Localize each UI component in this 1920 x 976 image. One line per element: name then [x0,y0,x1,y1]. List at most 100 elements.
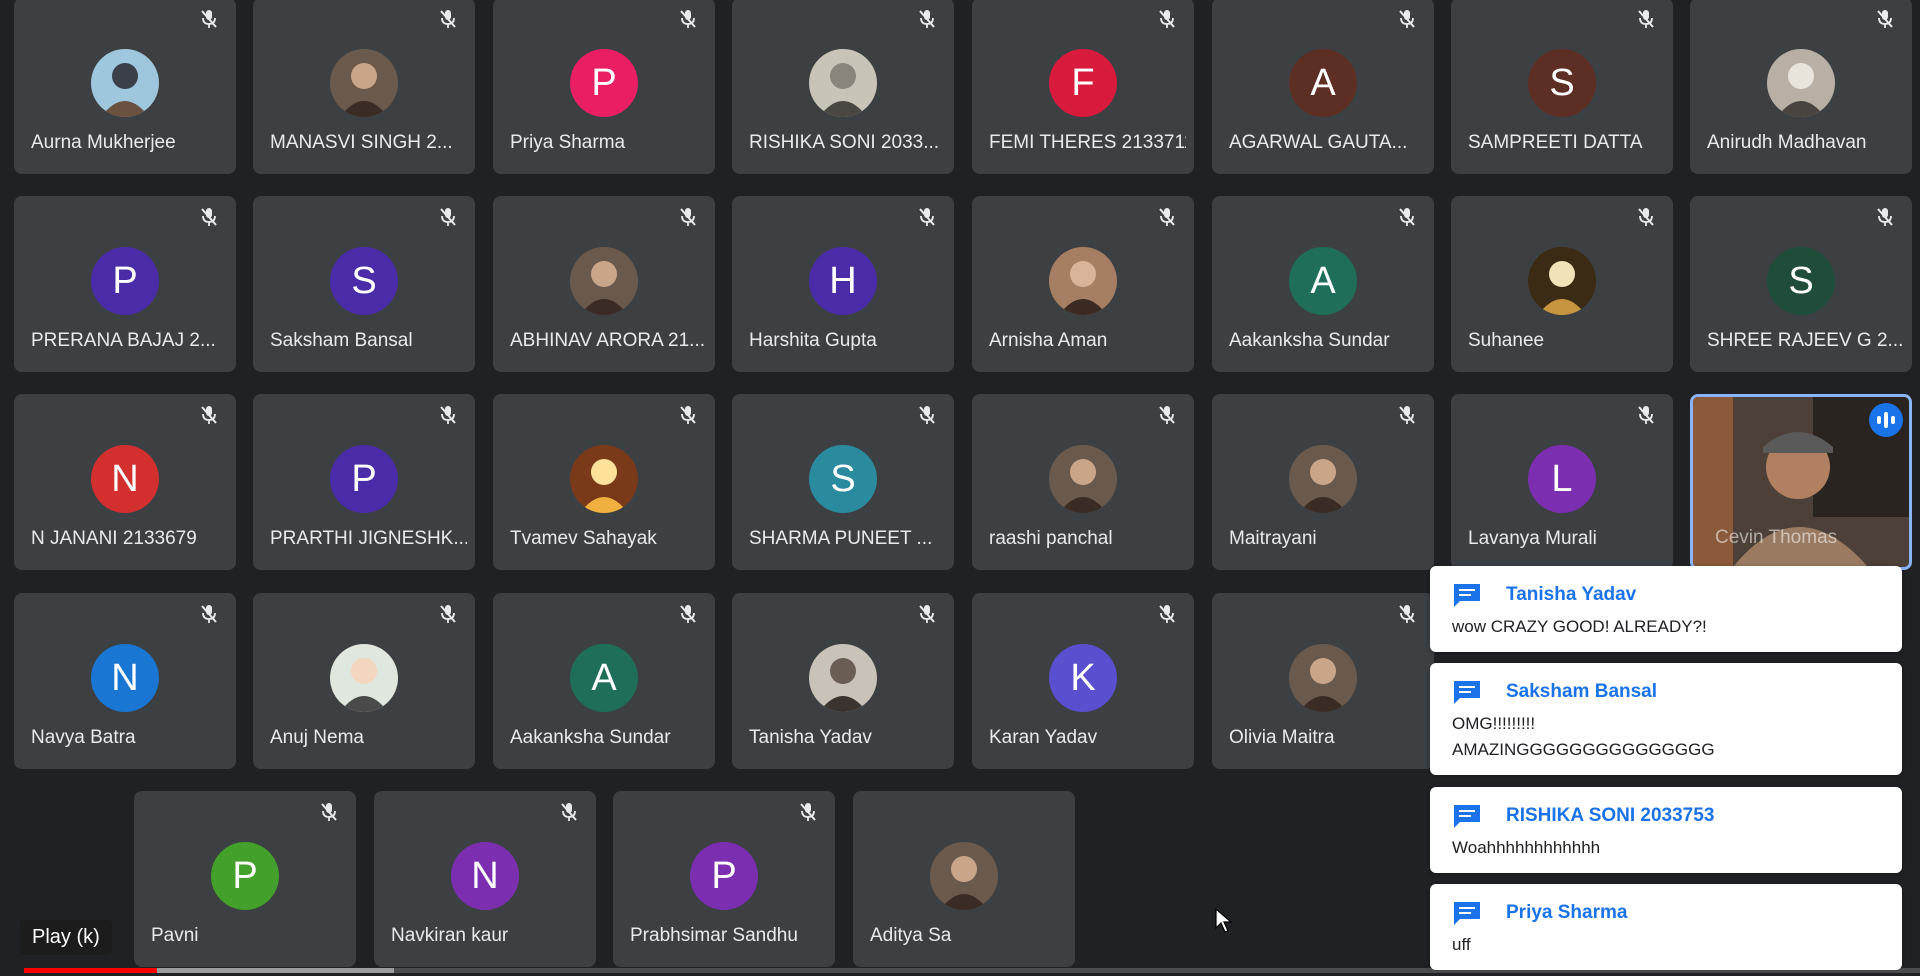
avatar [1289,644,1357,712]
participant-name: Aurna Mukherjee [31,132,176,153]
participant-tile[interactable]: Tvamev Sahayak [493,394,715,570]
avatar-initial: P [232,854,258,897]
avatar [1289,445,1357,513]
avatar-initial: A [1310,61,1336,104]
mic-off-icon [679,604,697,624]
mic-off-icon [1398,604,1416,624]
participant-tile[interactable]: K Karan Yadav [972,593,1194,769]
participant-name: N JANANI 2133679 [31,528,197,549]
participant-tile[interactable]: H Harshita Gupta [732,196,954,372]
participant-tile[interactable]: Maitrayani [1212,394,1434,570]
participant-tile[interactable]: raashi panchal [972,394,1194,570]
participant-name: Maitrayani [1229,528,1317,549]
mic-off-icon [1637,9,1655,29]
avatar [91,49,159,117]
avatar [1767,49,1835,117]
mic-off-icon [679,207,697,227]
avatar: H [809,247,877,315]
participant-tile[interactable]: Arnisha Aman [972,196,1194,372]
mic-off-icon [439,207,457,227]
participant-name: Cevin Thomas [1715,527,1838,548]
participant-name: Navya Batra [31,727,136,748]
chat-text: OMG!!!!!!!!! AMAZINGGGGGGGGGGGGGGG [1452,714,1715,759]
avatar-initial: H [829,259,857,302]
avatar: A [1289,49,1357,117]
chat-message[interactable]: RISHIKA SONI 2033753 Woahhhhhhhhhhhh [1430,787,1902,873]
participant-tile[interactable]: N N JANANI 2133679 [14,394,236,570]
participant-tile[interactable]: S SHREE RAJEEV G 2... [1690,196,1912,372]
avatar: S [330,247,398,315]
avatar [809,49,877,117]
avatar-initial: P [112,259,138,302]
chat-message[interactable]: Saksham Bansal OMG!!!!!!!!! AMAZINGGGGGGG… [1430,663,1902,775]
chat-text: wow CRAZY GOOD! ALREADY?! [1452,617,1707,636]
avatar [330,644,398,712]
mic-off-icon [1158,9,1176,29]
mic-off-icon [1398,207,1416,227]
participant-tile[interactable]: A Aakanksha Sundar [493,593,715,769]
participant-name: Olivia Maitra [1229,727,1335,748]
participant-tile[interactable]: P Priya Sharma [493,0,715,174]
participant-tile[interactable]: P PRERANA BAJAJ 2... [14,196,236,372]
participant-tile[interactable]: ABHINAV ARORA 21... [493,196,715,372]
mic-off-icon [560,802,578,822]
participant-tile[interactable]: MANASVI SINGH 2... [253,0,475,174]
mic-off-icon [679,405,697,425]
mic-off-icon [918,207,936,227]
participant-tile[interactable]: S SAMPREETI DATTA [1451,0,1673,174]
chat-text: Woahhhhhhhhhhhh [1452,838,1601,857]
participant-name: SAMPREETI DATTA [1468,132,1643,153]
avatar [809,644,877,712]
chat-message[interactable]: Tanisha Yadav wow CRAZY GOOD! ALREADY?! [1430,566,1902,652]
participant-tile[interactable]: Anuj Nema [253,593,475,769]
participant-tile[interactable]: Tanisha Yadav [732,593,954,769]
participant-tile[interactable]: Cevin Thomas [1690,394,1912,570]
avatar-initial: N [471,854,499,897]
participant-tile[interactable]: A AGARWAL GAUTA... [1212,0,1434,174]
mic-off-icon [1876,207,1894,227]
avatar: S [809,445,877,513]
participant-tile[interactable]: N Navya Batra [14,593,236,769]
progress-bar[interactable] [24,968,1920,973]
participant-tile[interactable]: P PRARTHI JIGNESHK... [253,394,475,570]
participant-name: SHREE RAJEEV G 2... [1707,330,1904,351]
participant-name: Tanisha Yadav [749,727,872,748]
avatar-initial: S [1788,259,1814,302]
participant-tile[interactable]: L Lavanya Murali [1451,394,1673,570]
avatar-initial: P [351,457,377,500]
participant-tile[interactable]: Olivia Maitra [1212,593,1434,769]
mic-off-icon [200,604,218,624]
mic-off-icon [1158,405,1176,425]
mic-off-icon [1637,405,1655,425]
chat-bubble-icon [1454,584,1480,607]
mic-off-icon [799,802,817,822]
mic-off-icon [439,604,457,624]
participant-name: raashi panchal [989,528,1113,549]
participant-tile[interactable]: S Saksham Bansal [253,196,475,372]
mic-off-icon [200,405,218,425]
mic-off-icon [1876,9,1894,29]
participant-tile[interactable]: RISHIKA SONI 2033... [732,0,954,174]
participant-name: Priya Sharma [510,132,626,153]
participant-name: MANASVI SINGH 2... [270,132,453,153]
avatar [1049,247,1117,315]
mouse-cursor-icon [1215,908,1233,933]
avatar-initial: P [711,854,737,897]
participant-tile[interactable]: F FEMI THERES 2133711 [972,0,1194,174]
mic-off-icon [439,405,457,425]
participant-tile[interactable]: Anirudh Madhavan [1690,0,1912,174]
participant-name: ABHINAV ARORA 21... [510,330,706,351]
participant-name: PRARTHI JIGNESHK... [270,528,467,549]
mic-off-icon [1158,604,1176,624]
participant-name: Lavanya Murali [1468,528,1597,549]
chat-sender: RISHIKA SONI 2033753 [1506,805,1715,826]
participant-tile[interactable]: S SHARMA PUNEET ... [732,394,954,570]
participant-name: Tvamev Sahayak [510,528,657,549]
participant-name: SHARMA PUNEET ... [749,528,933,549]
mic-off-icon [1158,207,1176,227]
participant-tile[interactable]: A Aakanksha Sundar [1212,196,1434,372]
participant-tile[interactable]: Aurna Mukherjee [14,0,236,174]
avatar: P [330,445,398,513]
participant-tile[interactable]: Suhanee [1451,196,1673,372]
avatar-initial: A [1310,259,1336,302]
